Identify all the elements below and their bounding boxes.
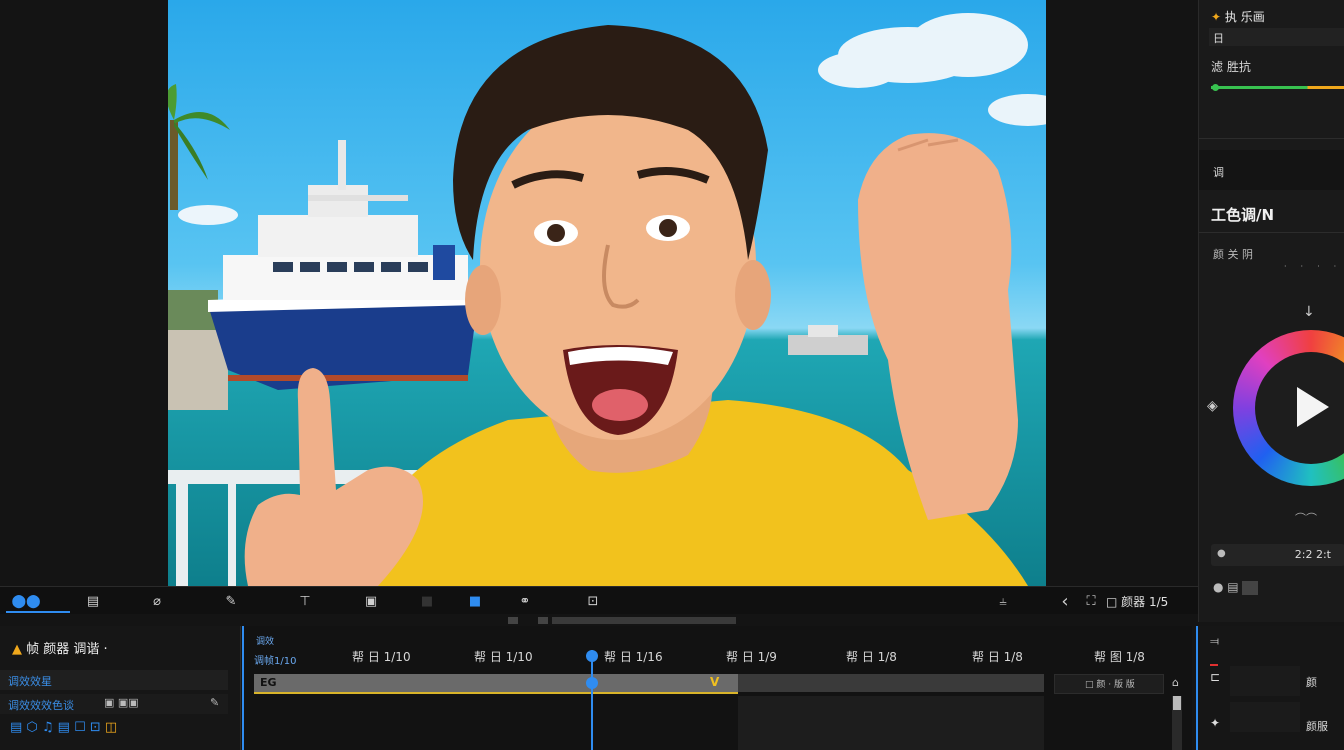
inspector-panel: ✦ 执 乐画 日 滤 胜抗 调 工色调/N 颜 关 阴 ···· ↓ ◈ ⌒⌒ … <box>1198 0 1344 622</box>
playhead-knob[interactable] <box>586 677 598 689</box>
snap-icon[interactable]: ■ <box>466 593 484 609</box>
track-empty-region[interactable] <box>738 696 1044 750</box>
track-edit-icon[interactable]: ✎ <box>210 696 219 709</box>
record-indicator <box>1210 664 1218 666</box>
video-clip[interactable]: EG V <box>254 674 738 694</box>
timeline-header-small-2: 调帧1/10 <box>254 656 297 667</box>
section-header: 调 <box>1213 166 1224 179</box>
timeline-left-border <box>242 626 244 750</box>
timecode-7: 帮 图 1/8 <box>1094 650 1145 664</box>
inspector-header: 调 <box>1199 150 1344 190</box>
track-icons: ▣ ▣▣ <box>104 696 139 709</box>
marker-tool-icon[interactable]: ⫤ <box>1210 634 1219 649</box>
vertical-scroll-thumb[interactable] <box>1173 696 1181 710</box>
vertical-scrollbar[interactable] <box>1172 696 1182 750</box>
wheel-dot-icon: ● <box>1217 548 1226 559</box>
track-row[interactable]: 调效效星 <box>0 670 228 690</box>
wave-icon: ⌒⌒ <box>1295 512 1317 525</box>
progress-knob[interactable] <box>1212 84 1219 91</box>
play-icon[interactable] <box>1297 387 1329 427</box>
clip-marker[interactable]: V <box>710 675 719 689</box>
bracket-icon[interactable]: ⊏ <box>1210 670 1220 684</box>
section-title: 工色调/N <box>1211 206 1275 224</box>
right-gutter <box>1046 0 1198 586</box>
arrow-down-icon[interactable]: ↓ <box>1303 304 1315 320</box>
blade-icon[interactable]: ⌀ <box>148 593 166 609</box>
palm-tree <box>168 84 230 210</box>
wheel-value-field[interactable]: ● 2:2 2:t <box>1211 544 1344 566</box>
bottom-icons[interactable]: ● ▤ <box>1213 580 1259 595</box>
distant-boat <box>788 335 868 355</box>
progress-bar[interactable] <box>1211 86 1344 89</box>
timecode-3: 帮 日 1/16 <box>604 650 663 664</box>
color-row-label: 颜 关 阴 <box>1213 248 1253 261</box>
right-label-1: 颜 <box>1306 676 1317 689</box>
scroll-thumb[interactable] <box>552 617 736 624</box>
dock <box>168 330 228 410</box>
preview-frame <box>168 13 1046 586</box>
timeline-scrollbar[interactable] <box>0 614 1198 626</box>
timecode-6: 帮 日 1/8 <box>972 650 1023 664</box>
link-icon[interactable]: ⚭ <box>516 593 534 609</box>
pen-icon[interactable]: ✎ <box>222 593 240 609</box>
ship <box>208 140 478 390</box>
text-tool-button[interactable]: ⊤ <box>296 593 314 609</box>
folder-icon: ▲ <box>12 642 22 657</box>
scroll-nub-2[interactable] <box>538 617 548 624</box>
playhead-line[interactable] <box>591 650 593 750</box>
right-border <box>1196 626 1198 750</box>
field-1-label: 日 <box>1213 32 1224 45</box>
plus-icon[interactable]: ✦ <box>1210 716 1220 730</box>
side-field-label: □ 颜 · 版 版 <box>1085 680 1135 690</box>
fullscreen-icon[interactable]: ⛶ <box>1082 593 1100 609</box>
chevron-left-icon[interactable]: ‹ <box>1056 591 1074 612</box>
right-slot-2[interactable] <box>1230 702 1300 732</box>
timecode-2: 帮 日 1/10 <box>474 650 533 664</box>
side-field[interactable]: □ 颜 · 版 版 <box>1054 674 1164 694</box>
select-tool-button[interactable]: ⬤⬤ <box>6 593 46 609</box>
scroll-nub-1[interactable] <box>508 617 518 624</box>
lock-icon[interactable]: ⌂ <box>1172 676 1179 689</box>
left-panel <box>0 0 168 586</box>
playhead-handle[interactable] <box>586 650 598 662</box>
diamond-icon[interactable]: ◈ <box>1207 398 1218 414</box>
tool-underline <box>6 611 70 613</box>
timecode-4: 帮 日 1/9 <box>726 650 777 664</box>
video-preview[interactable] <box>168 0 1046 586</box>
marker-icon[interactable]: ▣ <box>362 593 380 609</box>
track-label: 调效效星 <box>8 675 52 688</box>
track-row-2[interactable]: 调效效效色谈 ▣ ▣▣ ✎ <box>0 694 228 714</box>
right-label-2: 颜服 <box>1306 720 1328 733</box>
track-sub-label: 调效效效色谈 <box>8 699 74 712</box>
dots: ···· <box>1284 262 1344 271</box>
clip-empty-region[interactable] <box>738 674 1044 692</box>
timeline-header-small: 调效 <box>256 637 275 647</box>
inspector-title: ✦ 执 乐画 <box>1211 10 1265 24</box>
frame-counter: □ 颜器 1/5 <box>1106 595 1169 609</box>
trim-tool-button[interactable]: ▤ <box>84 593 102 609</box>
timeline-main[interactable]: 调效 调帧1/10 帮 日 1/10 帮 日 1/10 帮 日 1/16 帮 日… <box>242 626 1192 750</box>
crop-icon[interactable]: ⊡ <box>584 593 602 609</box>
wheel-value: 2:2 2:t <box>1294 548 1331 561</box>
filter-label: 滤 胜抗 <box>1211 60 1251 74</box>
timecode-5: 帮 日 1/8 <box>846 650 897 664</box>
right-slot-1[interactable] <box>1230 666 1300 696</box>
timeline-track-panel: ▲ 帧 颜器 调谐 · 调效效星 调效效效色谈 ▣ ▣▣ ✎ ▤ ⬡ ♫ ▤ ☐… <box>0 626 241 750</box>
timeline-right-panel: ⫤ ⊏ ✦ 颜 颜服 <box>1196 626 1344 750</box>
clip-label: EG <box>260 676 277 689</box>
square-icon[interactable]: ■ <box>418 593 436 609</box>
color-wheel-wrap <box>1233 330 1344 486</box>
timeline-panel-title: ▲ 帧 颜器 调谐 · <box>12 642 108 657</box>
effects-icon: ✦ <box>1211 10 1222 24</box>
timecode-1: 帮 日 1/10 <box>352 650 411 664</box>
export-icon[interactable]: ⫨ <box>994 593 1012 609</box>
track-toggle-icons[interactable]: ▤ ⬡ ♫ ▤ ☐ ⊡ ◫ <box>10 720 117 735</box>
toolbar: ⬤⬤ ▤ ⌀ ✎ ⊤ ▣ ■ ■ ⚭ ⊡ ⫨ ‹ ⛶ □ 颜器 1/5 <box>0 586 1198 615</box>
inspector-field-1[interactable]: 日 <box>1209 28 1344 46</box>
